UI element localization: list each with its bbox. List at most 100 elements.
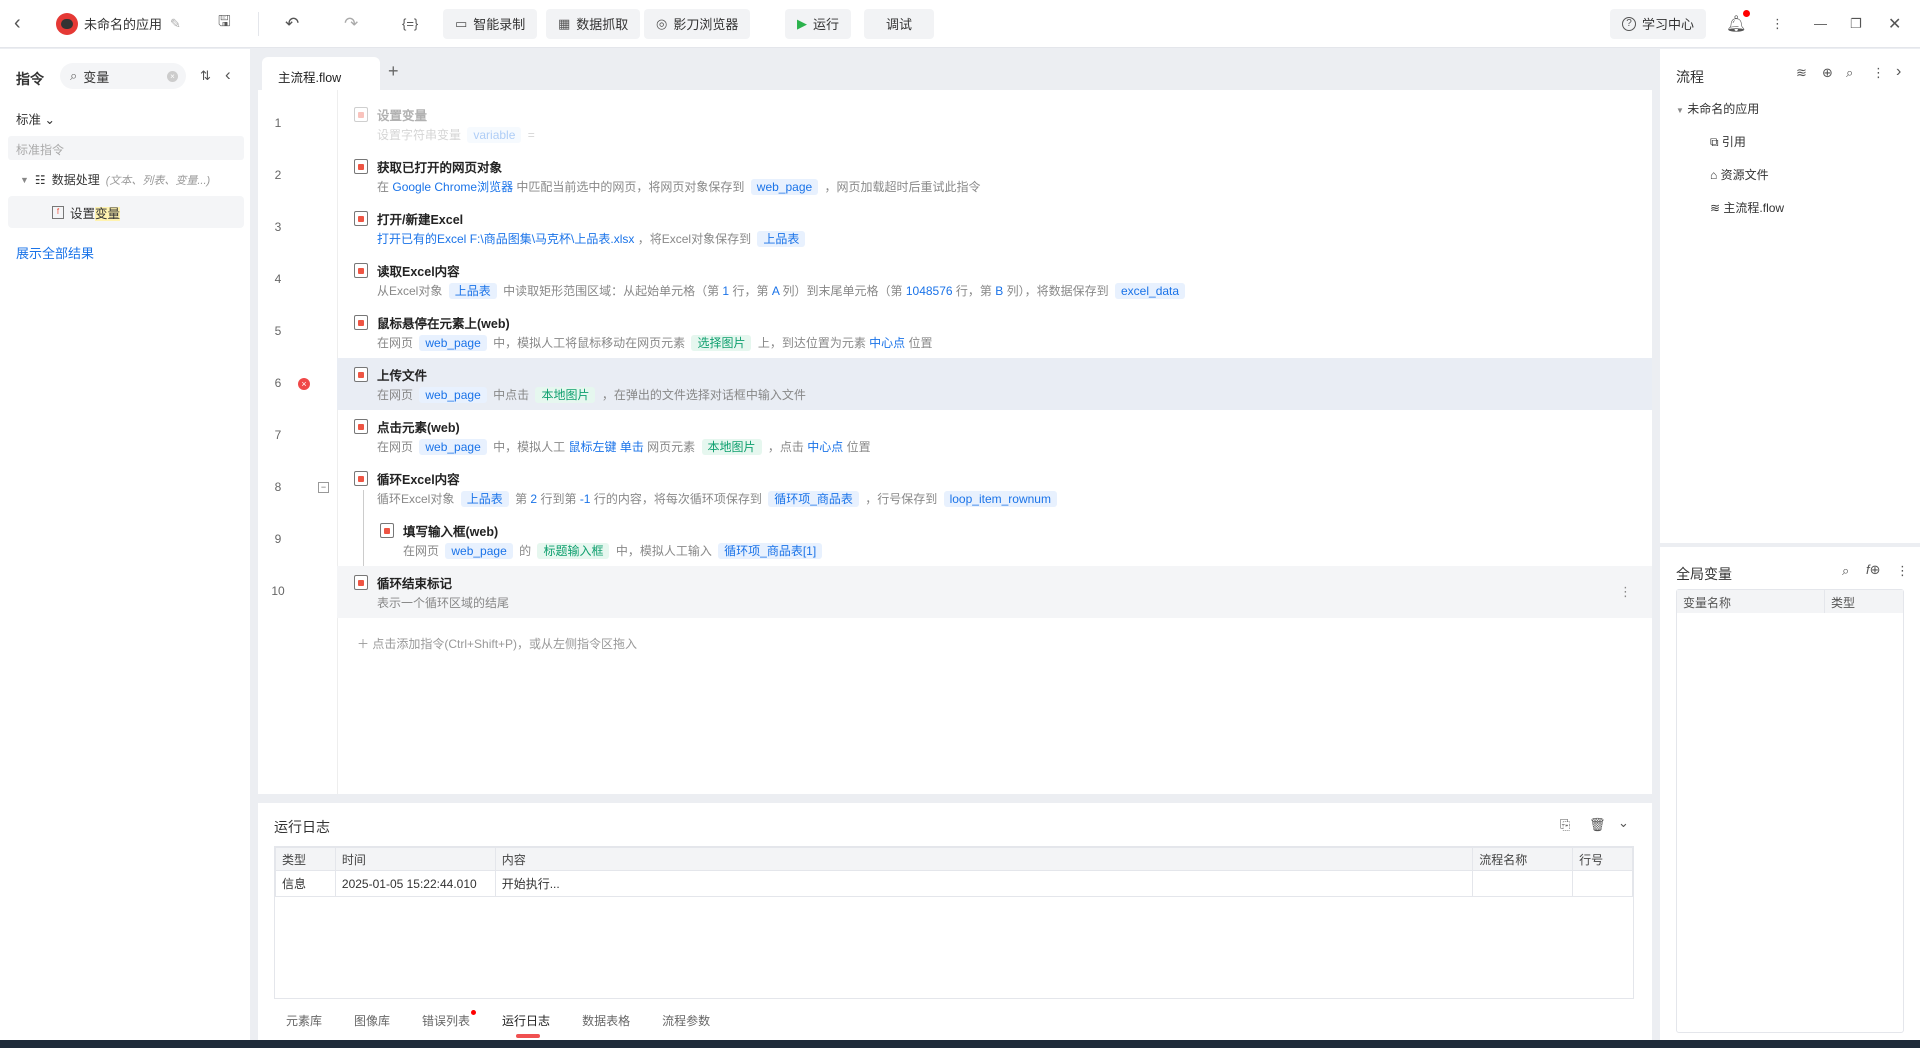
add-tab-icon[interactable]: + bbox=[388, 61, 399, 82]
row-more-icon[interactable]: ⋮ bbox=[1619, 584, 1632, 600]
variable-chip[interactable]: web_page bbox=[750, 179, 819, 195]
parameter-link[interactable]: 1 bbox=[722, 284, 729, 298]
bottom-tab[interactable]: 流程参数 bbox=[662, 1012, 710, 1029]
category-field[interactable]: 标准指令 bbox=[8, 136, 244, 160]
parameter-link[interactable]: Google Chrome浏览器 bbox=[392, 180, 513, 194]
more-icon[interactable]: ⋮ bbox=[1896, 563, 1909, 579]
flow-command-row[interactable]: 点击元素(web) 在网页 web_page 中，模拟人工 鼠标左键 单击 网页… bbox=[337, 410, 1652, 462]
variable-chip[interactable]: 上品表 bbox=[757, 231, 806, 247]
learning-center-button[interactable]: ? 学习中心 bbox=[1610, 8, 1707, 39]
add-variable-icon[interactable]: f⊕ bbox=[1866, 562, 1881, 578]
variable-chip[interactable]: variable bbox=[467, 127, 522, 143]
tab-main-flow[interactable]: 主流程.flow bbox=[262, 57, 380, 90]
parameter-link[interactable]: 1048576 bbox=[906, 284, 953, 298]
bottom-tab[interactable]: 图像库 bbox=[354, 1012, 390, 1029]
variable-chip[interactable]: 上品表 bbox=[448, 283, 497, 299]
tree-item-label: 引用 bbox=[1721, 135, 1746, 149]
element-chip[interactable]: 本地图片 bbox=[535, 387, 596, 403]
log-row[interactable]: 信息 2025-01-05 15:22:44.010 开始执行... bbox=[275, 870, 1633, 897]
bell-icon[interactable]: 🔔︎ bbox=[1726, 9, 1751, 34]
variable-icon[interactable]: {=} bbox=[402, 16, 418, 31]
command-title: 循环Excel内容 bbox=[377, 473, 460, 487]
flow-command-row[interactable]: 读取Excel内容 从Excel对象 上品表 中读取矩形范围区域：从起始单元格（… bbox=[337, 254, 1652, 306]
smart-record-button[interactable]: ▭ 智能录制 bbox=[443, 8, 538, 39]
flow-command-row[interactable]: 上传文件 在网页 web_page 中点击 本地图片 ，在弹出的文件选择对话框中… bbox=[337, 358, 1652, 410]
debug-button[interactable]: 调试 bbox=[864, 8, 935, 39]
close-icon[interactable]: ✕ bbox=[1888, 14, 1901, 34]
add-command-hint[interactable]: ＋ 点击添加指令(Ctrl+Shift+P)，或从左侧指令区拖入 bbox=[357, 635, 637, 652]
search-icon[interactable]: ⌕ bbox=[1842, 563, 1849, 579]
parameter-link[interactable]: A bbox=[772, 284, 779, 298]
variable-chip[interactable]: web_page bbox=[419, 387, 487, 403]
variable-chip[interactable]: 循环项_商品表[1] bbox=[718, 543, 823, 559]
expand-icon[interactable]: › bbox=[1896, 63, 1901, 81]
flow-command-row[interactable]: 设置变量 设置字符串变量 variable = bbox=[337, 98, 1652, 150]
browser-button[interactable]: ◎ 影刀浏览器 bbox=[644, 8, 751, 39]
element-chip[interactable]: 本地图片 bbox=[701, 439, 762, 455]
undo-icon[interactable]: ↶ bbox=[285, 14, 299, 34]
variable-chip[interactable]: excel_data bbox=[1115, 283, 1186, 299]
parameter-link[interactable]: 2 bbox=[530, 492, 537, 506]
search-icon[interactable]: ⌕ bbox=[1846, 65, 1853, 81]
group-data-processing[interactable]: ▼ ☷ 数据处理 (文本、列表、变量...) bbox=[20, 171, 210, 188]
flow-command-row[interactable]: 打开/新建Excel 打开已有的Excel F:\商品图集\马克杯\上品表.xl… bbox=[337, 202, 1652, 254]
show-all-results-link[interactable]: 展示全部结果 bbox=[16, 243, 94, 262]
column-header: 变量名称 bbox=[1677, 590, 1825, 613]
flow-command-row[interactable]: 获取已打开的网页对象 在 Google Chrome浏览器 中匹配当前选中的网页… bbox=[337, 150, 1652, 202]
filter-dropdown[interactable]: 标准 ⌄ bbox=[16, 109, 55, 128]
variable-chip[interactable]: 上品表 bbox=[460, 491, 509, 507]
redo-icon[interactable]: ↷ bbox=[344, 14, 358, 34]
command-description: 从Excel对象 上品表 中读取矩形范围区域：从起始单元格（第 1 行，第 A … bbox=[377, 282, 1188, 299]
tree-item-main-flow[interactable]: ≋ 主流程.flow bbox=[1710, 199, 1784, 216]
flow-command-row[interactable]: 循环结束标记 表示一个循环区域的结尾 ⋮ bbox=[337, 566, 1652, 618]
edit-icon[interactable]: ✎ bbox=[170, 16, 181, 32]
export-icon[interactable]: ⎘ bbox=[1560, 817, 1570, 833]
error-icon[interactable]: × bbox=[298, 378, 310, 390]
flow-command-row[interactable]: 填写输入框(web) 在网页 web_page 的 标题输入框 中，模拟人工输入… bbox=[337, 514, 1652, 566]
collapse-panel-icon[interactable]: ‹ bbox=[225, 65, 231, 85]
parameter-link[interactable]: F:\商品图集\马克杯\上品表.xlsx bbox=[470, 232, 635, 246]
element-chip[interactable]: 选择图片 bbox=[691, 335, 752, 351]
browser-icon: ◎ bbox=[656, 15, 668, 31]
flow-command-row[interactable]: 鼠标悬停在元素上(web) 在网页 web_page 中，模拟人工将鼠标移动在网… bbox=[337, 306, 1652, 358]
parameter-link[interactable]: -1 bbox=[580, 492, 591, 506]
tree-item-reference[interactable]: ⧉ 引用 bbox=[1710, 133, 1746, 150]
data-scrape-button[interactable]: ▦ 数据抓取 bbox=[546, 8, 641, 39]
trash-icon[interactable]: 🗑︎ bbox=[1589, 817, 1606, 833]
run-button[interactable]: ▶ 运行 bbox=[785, 8, 852, 39]
clear-icon[interactable]: × bbox=[167, 70, 178, 82]
bottom-tab[interactable]: 运行日志 bbox=[502, 1012, 550, 1038]
bottom-tab[interactable]: 元素库 bbox=[286, 1012, 322, 1029]
command-description: 在 Google Chrome浏览器 中匹配当前选中的网页，将网页对象保存到 w… bbox=[377, 178, 981, 195]
tree-item-resources[interactable]: ⌂ 资源文件 bbox=[1710, 166, 1769, 183]
command-search-input[interactable]: ⌕ 变量 × bbox=[60, 63, 186, 89]
parameter-link[interactable]: 单击 bbox=[620, 440, 644, 454]
parameter-link[interactable]: 打开已有的Excel bbox=[377, 232, 466, 246]
more-icon[interactable]: ⋮ bbox=[1872, 65, 1885, 81]
fold-toggle-icon[interactable]: − bbox=[318, 482, 329, 493]
variable-chip[interactable]: web_page bbox=[445, 543, 513, 559]
variable-chip[interactable]: 循环项_商品表 bbox=[768, 491, 859, 507]
command-item-set-variable[interactable]: f 设置变量 bbox=[8, 196, 244, 228]
collapse-log-icon[interactable]: ⌄ bbox=[1618, 815, 1629, 831]
element-chip[interactable]: 标题输入框 bbox=[537, 543, 610, 559]
back-icon[interactable]: ‹ bbox=[14, 12, 21, 35]
sort-icon[interactable]: ⇅ bbox=[200, 68, 211, 84]
variable-chip[interactable]: loop_item_rownum bbox=[943, 491, 1057, 507]
variable-chip[interactable]: web_page bbox=[419, 335, 487, 351]
save-icon[interactable]: 🖫 bbox=[218, 11, 231, 36]
add-module-icon[interactable]: ⊕ bbox=[1822, 65, 1833, 81]
parameter-link[interactable]: 中心点 bbox=[869, 336, 905, 350]
bottom-tab[interactable]: 数据表格 bbox=[582, 1012, 630, 1029]
add-flow-icon[interactable]: ≋ bbox=[1796, 65, 1807, 81]
parameter-link[interactable]: B bbox=[995, 284, 1003, 298]
maximize-icon[interactable]: ❐ bbox=[1850, 16, 1862, 32]
variable-chip[interactable]: web_page bbox=[419, 439, 487, 455]
tree-app-root[interactable]: ▼ 未命名的应用 bbox=[1676, 100, 1759, 117]
bottom-tab[interactable]: 错误列表 bbox=[422, 1010, 477, 1029]
more-icon[interactable]: ⋮ bbox=[1771, 16, 1784, 32]
parameter-link[interactable]: 鼠标左键 bbox=[568, 440, 616, 454]
minimize-icon[interactable]: — bbox=[1814, 16, 1827, 31]
flow-command-row[interactable]: 循环Excel内容 循环Excel对象 上品表 第 2 行到第 -1 行的内容，… bbox=[337, 462, 1652, 514]
parameter-link[interactable]: 中心点 bbox=[807, 440, 843, 454]
